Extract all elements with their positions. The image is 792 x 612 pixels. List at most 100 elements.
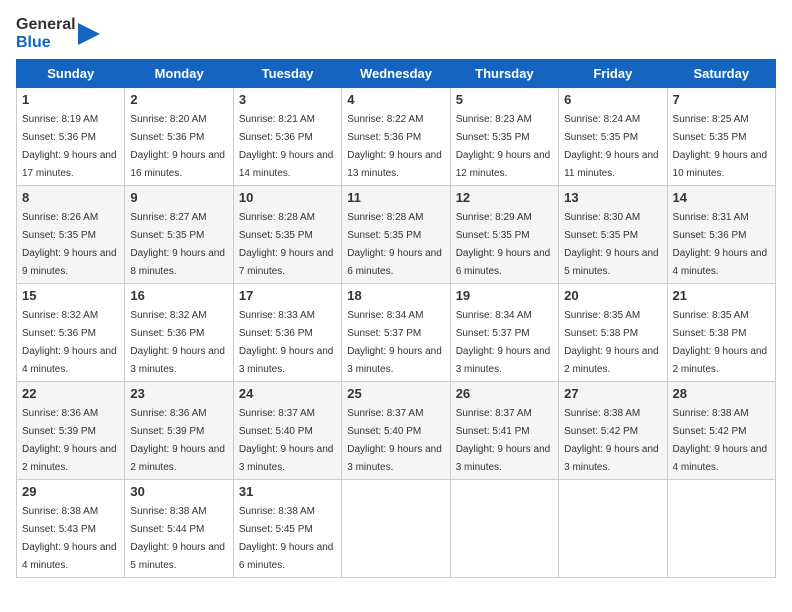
calendar-cell: 11 Sunrise: 8:28 AMSunset: 5:35 PMDaylig… xyxy=(342,186,450,284)
logo-blue: Blue xyxy=(16,34,76,52)
day-number: 3 xyxy=(239,92,336,107)
day-info: Sunrise: 8:33 AMSunset: 5:36 PMDaylight:… xyxy=(239,310,334,375)
calendar-cell xyxy=(450,480,558,578)
day-number: 7 xyxy=(673,92,770,107)
day-info: Sunrise: 8:20 AMSunset: 5:36 PMDaylight:… xyxy=(130,114,225,179)
day-number: 17 xyxy=(239,288,336,303)
day-info: Sunrise: 8:21 AMSunset: 5:36 PMDaylight:… xyxy=(239,114,334,179)
day-number: 14 xyxy=(673,190,770,205)
col-friday: Friday xyxy=(559,60,667,88)
day-number: 1 xyxy=(22,92,119,107)
calendar-week-row: 29 Sunrise: 8:38 AMSunset: 5:43 PMDaylig… xyxy=(17,480,776,578)
day-number: 30 xyxy=(130,484,227,499)
day-info: Sunrise: 8:34 AMSunset: 5:37 PMDaylight:… xyxy=(347,310,442,375)
calendar-table: Sunday Monday Tuesday Wednesday Thursday… xyxy=(16,59,776,578)
day-number: 26 xyxy=(456,386,553,401)
header: General Blue xyxy=(16,16,776,51)
day-info: Sunrise: 8:30 AMSunset: 5:35 PMDaylight:… xyxy=(564,212,659,277)
day-info: Sunrise: 8:32 AMSunset: 5:36 PMDaylight:… xyxy=(130,310,225,375)
col-monday: Monday xyxy=(125,60,233,88)
calendar-cell: 25 Sunrise: 8:37 AMSunset: 5:40 PMDaylig… xyxy=(342,382,450,480)
calendar-cell: 30 Sunrise: 8:38 AMSunset: 5:44 PMDaylig… xyxy=(125,480,233,578)
day-number: 15 xyxy=(22,288,119,303)
calendar-cell: 19 Sunrise: 8:34 AMSunset: 5:37 PMDaylig… xyxy=(450,284,558,382)
calendar-cell: 7 Sunrise: 8:25 AMSunset: 5:35 PMDayligh… xyxy=(667,88,775,186)
day-info: Sunrise: 8:36 AMSunset: 5:39 PMDaylight:… xyxy=(130,408,225,473)
calendar-cell: 28 Sunrise: 8:38 AMSunset: 5:42 PMDaylig… xyxy=(667,382,775,480)
day-number: 29 xyxy=(22,484,119,499)
day-info: Sunrise: 8:31 AMSunset: 5:36 PMDaylight:… xyxy=(673,212,768,277)
day-info: Sunrise: 8:37 AMSunset: 5:40 PMDaylight:… xyxy=(239,408,334,473)
calendar-cell: 14 Sunrise: 8:31 AMSunset: 5:36 PMDaylig… xyxy=(667,186,775,284)
day-info: Sunrise: 8:26 AMSunset: 5:35 PMDaylight:… xyxy=(22,212,117,277)
logo-arrow-icon xyxy=(78,23,100,45)
day-info: Sunrise: 8:28 AMSunset: 5:35 PMDaylight:… xyxy=(239,212,334,277)
col-sunday: Sunday xyxy=(17,60,125,88)
day-info: Sunrise: 8:38 AMSunset: 5:45 PMDaylight:… xyxy=(239,506,334,571)
day-info: Sunrise: 8:35 AMSunset: 5:38 PMDaylight:… xyxy=(564,310,659,375)
calendar-cell: 2 Sunrise: 8:20 AMSunset: 5:36 PMDayligh… xyxy=(125,88,233,186)
col-thursday: Thursday xyxy=(450,60,558,88)
day-info: Sunrise: 8:37 AMSunset: 5:40 PMDaylight:… xyxy=(347,408,442,473)
calendar-cell: 3 Sunrise: 8:21 AMSunset: 5:36 PMDayligh… xyxy=(233,88,341,186)
calendar-cell: 18 Sunrise: 8:34 AMSunset: 5:37 PMDaylig… xyxy=(342,284,450,382)
calendar-cell: 4 Sunrise: 8:22 AMSunset: 5:36 PMDayligh… xyxy=(342,88,450,186)
day-number: 5 xyxy=(456,92,553,107)
calendar-cell: 1 Sunrise: 8:19 AMSunset: 5:36 PMDayligh… xyxy=(17,88,125,186)
calendar-cell: 16 Sunrise: 8:32 AMSunset: 5:36 PMDaylig… xyxy=(125,284,233,382)
day-number: 16 xyxy=(130,288,227,303)
col-tuesday: Tuesday xyxy=(233,60,341,88)
calendar-week-row: 8 Sunrise: 8:26 AMSunset: 5:35 PMDayligh… xyxy=(17,186,776,284)
calendar-cell: 29 Sunrise: 8:38 AMSunset: 5:43 PMDaylig… xyxy=(17,480,125,578)
calendar-week-row: 1 Sunrise: 8:19 AMSunset: 5:36 PMDayligh… xyxy=(17,88,776,186)
day-number: 23 xyxy=(130,386,227,401)
logo-general: General xyxy=(16,16,76,34)
calendar-cell: 12 Sunrise: 8:29 AMSunset: 5:35 PMDaylig… xyxy=(450,186,558,284)
header-row: Sunday Monday Tuesday Wednesday Thursday… xyxy=(17,60,776,88)
day-info: Sunrise: 8:36 AMSunset: 5:39 PMDaylight:… xyxy=(22,408,117,473)
day-number: 12 xyxy=(456,190,553,205)
calendar-cell: 31 Sunrise: 8:38 AMSunset: 5:45 PMDaylig… xyxy=(233,480,341,578)
day-number: 10 xyxy=(239,190,336,205)
calendar-cell: 8 Sunrise: 8:26 AMSunset: 5:35 PMDayligh… xyxy=(17,186,125,284)
day-number: 9 xyxy=(130,190,227,205)
calendar-cell: 15 Sunrise: 8:32 AMSunset: 5:36 PMDaylig… xyxy=(17,284,125,382)
day-info: Sunrise: 8:28 AMSunset: 5:35 PMDaylight:… xyxy=(347,212,442,277)
day-number: 21 xyxy=(673,288,770,303)
calendar-cell: 24 Sunrise: 8:37 AMSunset: 5:40 PMDaylig… xyxy=(233,382,341,480)
day-info: Sunrise: 8:38 AMSunset: 5:43 PMDaylight:… xyxy=(22,506,117,571)
calendar-cell xyxy=(559,480,667,578)
day-info: Sunrise: 8:37 AMSunset: 5:41 PMDaylight:… xyxy=(456,408,551,473)
calendar-cell: 6 Sunrise: 8:24 AMSunset: 5:35 PMDayligh… xyxy=(559,88,667,186)
calendar-cell: 23 Sunrise: 8:36 AMSunset: 5:39 PMDaylig… xyxy=(125,382,233,480)
logo: General Blue xyxy=(16,16,100,51)
day-info: Sunrise: 8:38 AMSunset: 5:42 PMDaylight:… xyxy=(564,408,659,473)
day-number: 18 xyxy=(347,288,444,303)
calendar-cell: 17 Sunrise: 8:33 AMSunset: 5:36 PMDaylig… xyxy=(233,284,341,382)
day-number: 19 xyxy=(456,288,553,303)
calendar-cell: 27 Sunrise: 8:38 AMSunset: 5:42 PMDaylig… xyxy=(559,382,667,480)
calendar-cell: 5 Sunrise: 8:23 AMSunset: 5:35 PMDayligh… xyxy=(450,88,558,186)
day-info: Sunrise: 8:38 AMSunset: 5:42 PMDaylight:… xyxy=(673,408,768,473)
day-info: Sunrise: 8:34 AMSunset: 5:37 PMDaylight:… xyxy=(456,310,551,375)
calendar-cell: 13 Sunrise: 8:30 AMSunset: 5:35 PMDaylig… xyxy=(559,186,667,284)
day-number: 20 xyxy=(564,288,661,303)
day-number: 2 xyxy=(130,92,227,107)
day-number: 24 xyxy=(239,386,336,401)
day-info: Sunrise: 8:32 AMSunset: 5:36 PMDaylight:… xyxy=(22,310,117,375)
day-info: Sunrise: 8:24 AMSunset: 5:35 PMDaylight:… xyxy=(564,114,659,179)
day-number: 8 xyxy=(22,190,119,205)
day-number: 11 xyxy=(347,190,444,205)
day-info: Sunrise: 8:35 AMSunset: 5:38 PMDaylight:… xyxy=(673,310,768,375)
day-info: Sunrise: 8:38 AMSunset: 5:44 PMDaylight:… xyxy=(130,506,225,571)
col-saturday: Saturday xyxy=(667,60,775,88)
calendar-cell: 22 Sunrise: 8:36 AMSunset: 5:39 PMDaylig… xyxy=(17,382,125,480)
calendar-cell: 21 Sunrise: 8:35 AMSunset: 5:38 PMDaylig… xyxy=(667,284,775,382)
calendar-cell: 26 Sunrise: 8:37 AMSunset: 5:41 PMDaylig… xyxy=(450,382,558,480)
calendar-week-row: 22 Sunrise: 8:36 AMSunset: 5:39 PMDaylig… xyxy=(17,382,776,480)
calendar-cell: 10 Sunrise: 8:28 AMSunset: 5:35 PMDaylig… xyxy=(233,186,341,284)
day-info: Sunrise: 8:27 AMSunset: 5:35 PMDaylight:… xyxy=(130,212,225,277)
day-info: Sunrise: 8:23 AMSunset: 5:35 PMDaylight:… xyxy=(456,114,551,179)
day-info: Sunrise: 8:25 AMSunset: 5:35 PMDaylight:… xyxy=(673,114,768,179)
col-wednesday: Wednesday xyxy=(342,60,450,88)
